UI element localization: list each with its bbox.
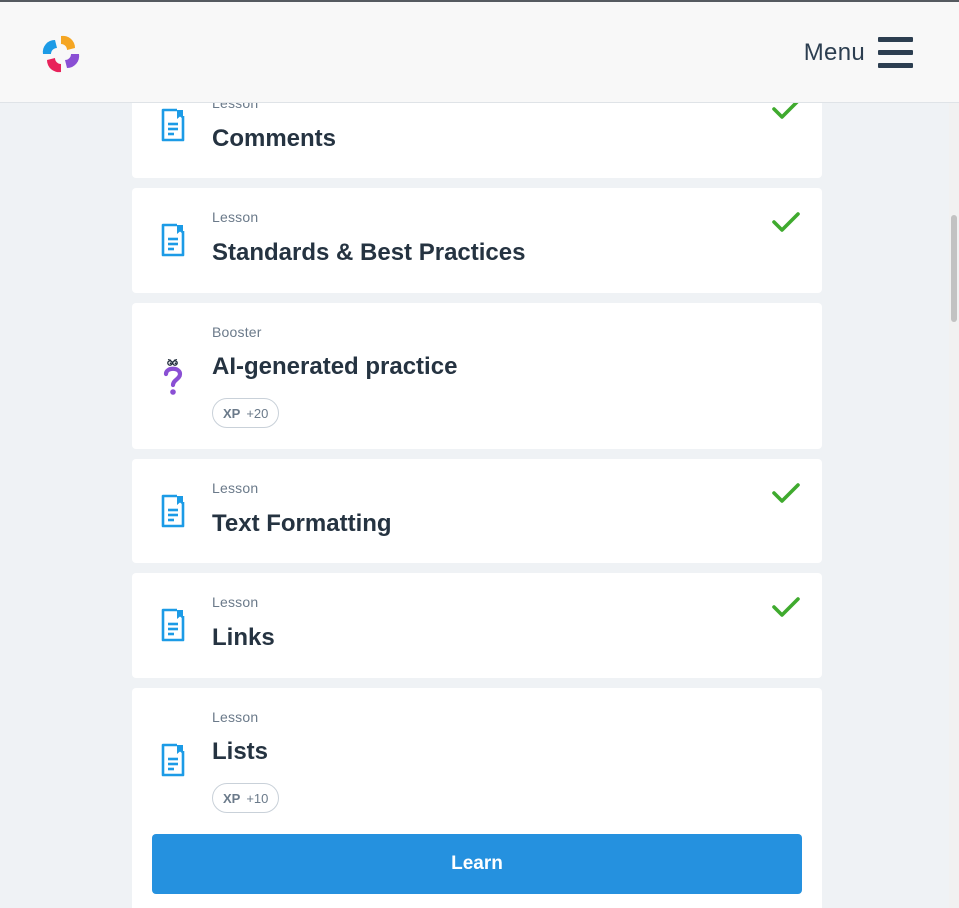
vertical-scrollbar[interactable] [949,103,959,908]
item-title: Standards & Best Practices [212,239,526,266]
hamburger-icon [878,37,913,68]
checkmark-icon [772,597,800,617]
item-kind: Lesson [212,709,259,725]
item-kind: Lesson [212,209,259,225]
item-title: AI-generated practice [212,353,458,380]
document-icon [161,608,185,642]
top-bar: Menu [0,0,959,103]
lesson-card-standards[interactable]: Lesson Standards & Best Practices [132,188,822,293]
document-icon [161,108,185,142]
document-icon [161,743,185,777]
xp-label: XP [223,790,241,806]
item-kind: Lesson [212,594,259,610]
lesson-card-lists[interactable]: Lesson Lists XP +10 Learn [132,688,822,908]
document-icon [161,223,185,257]
item-kind: Booster [212,324,262,340]
item-title: Lists [212,738,269,765]
xp-value: +20 [246,405,269,421]
question-mark-icon [163,359,183,395]
checkmark-icon [772,212,800,232]
lesson-card-links[interactable]: Lesson Links [132,573,822,678]
checkmark-icon [772,483,800,503]
item-title: Links [212,624,275,651]
item-title: Text Formatting [212,510,392,537]
menu-label: Menu [803,38,865,66]
menu-button[interactable]: Menu [804,37,913,68]
document-icon [161,494,185,528]
learn-button[interactable]: Learn [152,834,802,894]
scrollbar-thumb[interactable] [951,215,957,322]
xp-label: XP [223,405,241,421]
xp-value: +10 [246,790,269,806]
item-kind: Lesson [212,480,259,496]
logo-icon[interactable] [39,32,83,76]
item-title: Comments [212,125,337,152]
lesson-card-text-formatting[interactable]: Lesson Text Formatting [132,459,822,563]
booster-card-ai-practice[interactable]: Booster AI-generated practice XP +20 [132,303,822,449]
xp-badge: XP +20 [212,398,280,428]
xp-badge: XP +10 [212,783,280,813]
